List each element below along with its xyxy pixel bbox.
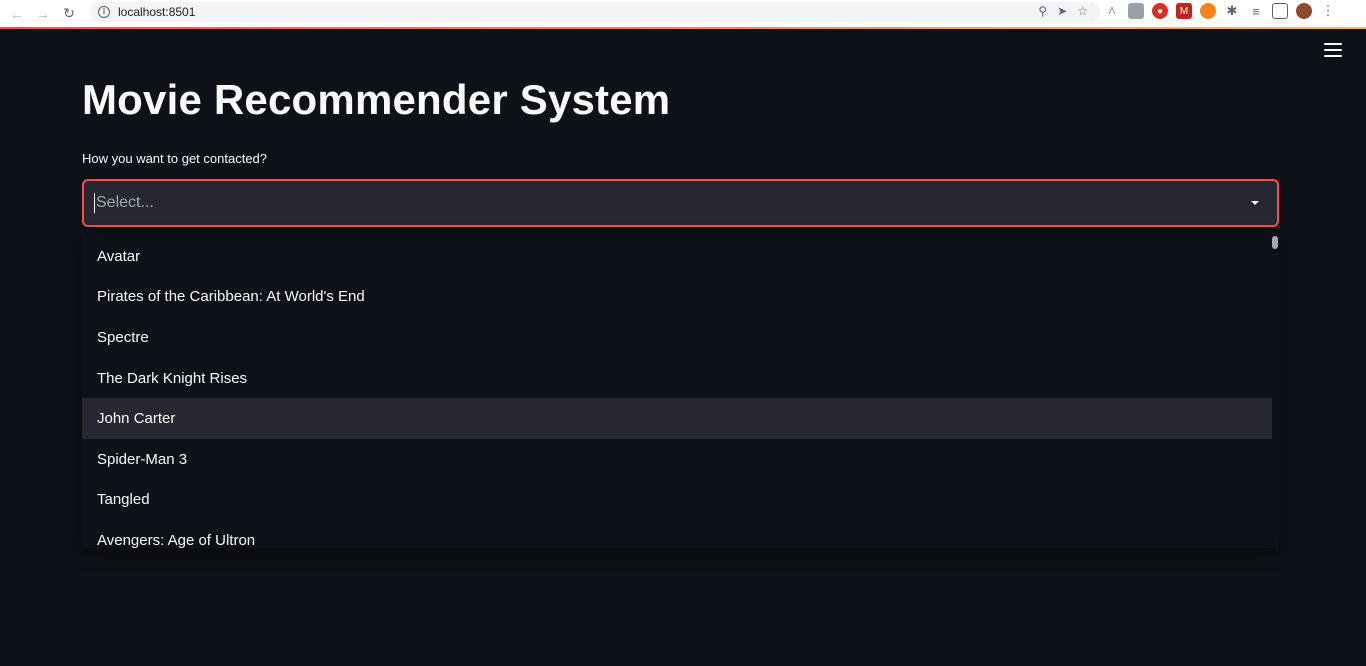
browser-menu-icon[interactable]: ⋮ bbox=[1320, 3, 1336, 19]
extension-red-icon[interactable]: M bbox=[1176, 3, 1192, 19]
url-text[interactable]: localhost:8501 bbox=[118, 5, 195, 19]
extension-a-icon[interactable]: Λ bbox=[1104, 3, 1120, 19]
dropdown-option-highlighted[interactable]: John Carter bbox=[82, 398, 1272, 439]
dropdown-option[interactable]: The Dark Knight Rises bbox=[82, 358, 1272, 399]
dropdown-option[interactable]: Tangled bbox=[82, 480, 1272, 521]
page-title: Movie Recommender System bbox=[82, 76, 671, 123]
dropdown-option[interactable]: Pirates of the Caribbean: At World's End bbox=[82, 277, 1272, 318]
forward-icon[interactable]: → bbox=[30, 3, 56, 25]
movie-select-input[interactable] bbox=[82, 179, 1279, 227]
extension-shield-icon[interactable]: ● bbox=[1152, 3, 1168, 19]
dropdown-option[interactable]: Spider-Man 3 bbox=[82, 439, 1272, 480]
browser-toolbar: ← → ↻ i localhost:8501 ⚲ ➤ ☆ Λ ● M ✱ ≡ ⋮ bbox=[0, 0, 1366, 27]
reading-list-icon[interactable]: ≡ bbox=[1248, 3, 1264, 19]
text-cursor bbox=[94, 193, 95, 213]
dropdown-option[interactable]: Spectre bbox=[82, 317, 1272, 358]
address-bar[interactable]: i localhost:8501 ⚲ ➤ ☆ bbox=[90, 2, 1100, 22]
extension-image-icon[interactable] bbox=[1128, 3, 1144, 19]
bookmark-star-icon[interactable]: ☆ bbox=[1077, 4, 1088, 18]
select-search-input[interactable] bbox=[96, 194, 1196, 212]
dropdown-option[interactable]: Avatar bbox=[82, 236, 1272, 277]
select-label: How you want to get contacted? bbox=[82, 151, 268, 166]
zoom-icon[interactable]: ⚲ bbox=[1038, 4, 1047, 18]
metamask-fox-icon[interactable] bbox=[1200, 3, 1216, 19]
back-icon[interactable]: ← bbox=[4, 3, 30, 25]
loading-bar bbox=[0, 27, 1366, 29]
scrollbar-thumb[interactable] bbox=[1272, 236, 1278, 249]
movie-options-dropdown: Avatar Pirates of the Caribbean: At Worl… bbox=[82, 236, 1279, 548]
dropdown-option[interactable]: Avengers: Age of Ultron bbox=[82, 520, 1272, 548]
chevron-down-icon[interactable] bbox=[1251, 201, 1259, 205]
hamburger-menu-icon[interactable] bbox=[1324, 43, 1342, 59]
dropdown-scrollbar[interactable] bbox=[1272, 236, 1278, 548]
send-icon[interactable]: ➤ bbox=[1057, 4, 1067, 18]
extensions-puzzle-icon[interactable]: ✱ bbox=[1224, 3, 1240, 19]
profile-avatar-icon[interactable] bbox=[1296, 3, 1312, 19]
reload-icon[interactable]: ↻ bbox=[56, 3, 82, 25]
side-panel-icon[interactable] bbox=[1272, 3, 1288, 19]
site-info-icon[interactable]: i bbox=[98, 6, 110, 18]
